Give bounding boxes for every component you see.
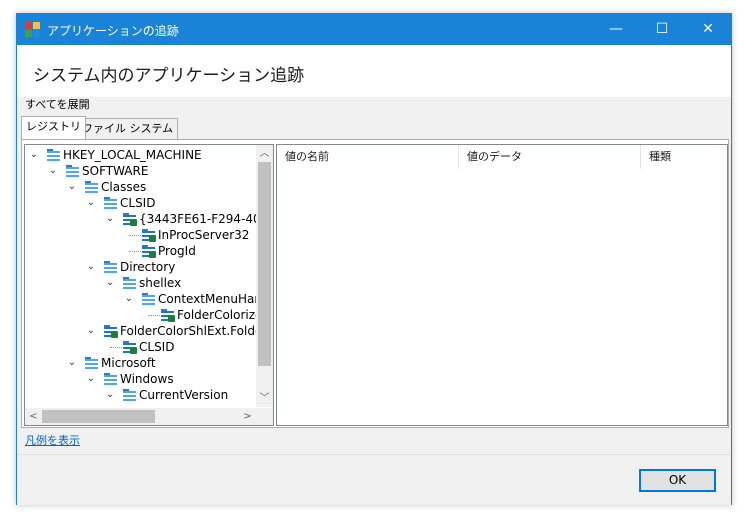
folder-icon [102,196,118,210]
chevron-down-icon[interactable]: ⌄ [105,211,115,227]
expand-all-button[interactable]: すべてを展開 [25,96,90,112]
value-list[interactable]: 値の名前 値のデータ 種類 [276,144,728,426]
chevron-down-icon[interactable]: ⌄ [67,355,77,371]
show-legend-link[interactable]: 凡例を表示 [25,432,80,448]
column-header-name[interactable]: 値の名前 [277,145,459,169]
hscroll-thumb[interactable] [42,410,155,423]
tree-node-label: ContextMenuHar [158,292,260,306]
scroll-thumb[interactable] [258,162,271,366]
registry-key-icon [121,340,137,354]
folder-icon [121,276,137,290]
tab-registry[interactable]: レジストリ [21,116,86,139]
folder-icon [83,356,99,370]
tree-node-label: HKEY_LOCAL_MACHINE [63,148,202,162]
tree-node-label: {3443FE61-F294-40 [139,212,261,226]
column-header-data[interactable]: 値のデータ [459,145,641,169]
tree-node-label: SOFTWARE [82,164,149,178]
ok-button[interactable]: OK [639,469,716,492]
registry-key-icon [121,212,137,226]
column-header-type[interactable]: 種類 [641,145,725,169]
scroll-right-icon[interactable]: > [239,408,256,425]
app-logo-icon [25,22,41,38]
maximize-button[interactable]: ☐ [639,14,685,45]
scroll-left-icon[interactable]: < [25,408,42,425]
chevron-down-icon[interactable]: ⌄ [67,179,77,195]
folder-icon [83,180,99,194]
folder-icon [140,292,156,306]
tree-node-label: Microsoft [101,356,156,370]
tree-node-label: CurrentVersion [139,388,229,402]
folder-icon [102,260,118,274]
tree-vertical-scrollbar[interactable]: ︿ ﹀ [256,145,273,407]
tree-node-label: FolderColorize [177,308,263,322]
registry-key-icon [140,244,156,258]
registry-key-icon [102,324,118,338]
maximize-icon: ☐ [655,21,669,37]
registry-key-icon [140,228,156,242]
chevron-down-icon[interactable]: ⌄ [86,323,96,339]
tree-node-label: InProcServer32 [158,228,250,242]
folder-icon [45,148,61,162]
title-bar[interactable]: アプリケーションの追跡 — ☐ ✕ [17,14,731,45]
chevron-down-icon[interactable]: ⌄ [105,387,115,403]
scroll-up-icon[interactable]: ︿ [256,145,273,162]
chevron-down-icon[interactable]: ⌄ [29,147,39,163]
chevron-down-icon[interactable]: ⌄ [86,195,96,211]
tree-node-label: Directory [120,260,176,274]
chevron-down-icon[interactable]: ⌄ [86,259,96,275]
dialog-footer: OK [17,454,731,505]
tab-file-system[interactable]: ファイル システム [77,118,179,139]
tree-horizontal-scrollbar[interactable]: < > [25,408,273,425]
window-title: アプリケーションの追跡 [47,24,179,38]
dialog-header: システム内のアプリケーション追跡 [17,45,731,97]
close-icon: ✕ [702,21,714,37]
chevron-down-icon[interactable]: ⌄ [86,371,96,387]
chevron-down-icon[interactable]: ⌄ [124,291,134,307]
chevron-down-icon[interactable]: ⌄ [105,275,115,291]
registry-tree[interactable]: ⌄ HKEY_LOCAL_MACHINE ⌄ SOFTWARE ⌄ Classes ⌄ CLS… [24,144,274,426]
minimize-icon: — [609,21,623,37]
close-button[interactable]: ✕ [685,14,731,45]
folder-icon [102,372,118,386]
registry-key-icon [159,308,175,322]
scroll-down-icon[interactable]: ﹀ [256,390,273,407]
tab-panel: ⌄ HKEY_LOCAL_MACHINE ⌄ SOFTWARE ⌄ Classes ⌄ CLS… [21,139,729,428]
page-title: システム内のアプリケーション追跡 [33,66,305,86]
folder-icon [64,164,80,178]
tree-node-label: ProgId [158,244,196,258]
dialog-window: アプリケーションの追跡 — ☐ ✕ システム内のアプリケーション追跡 すべてを展… [16,13,732,505]
tree-node-label: CLSID [120,196,156,210]
folder-icon [121,388,137,402]
tree-node-label: shellex [139,276,182,290]
tree-node-label: CLSID [139,340,175,354]
minimize-button[interactable]: — [593,14,639,45]
chevron-down-icon[interactable]: ⌄ [48,163,58,179]
tree-node-label: FolderColorShlExt.Folder [120,324,268,338]
tree-node-label: Windows [120,372,174,386]
tree-node-label: Classes [101,180,147,194]
